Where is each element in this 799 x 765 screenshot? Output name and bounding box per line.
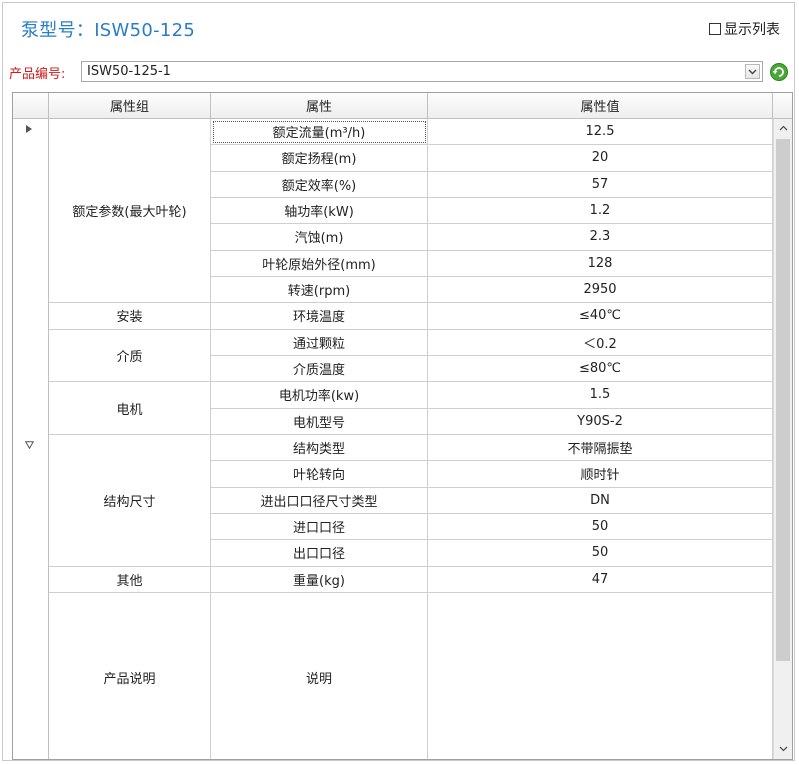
page-title: 泵型号：ISW50-125 xyxy=(21,20,196,41)
value-cell[interactable]: 不带隔振垫 xyxy=(428,434,773,462)
value-cell[interactable]: 2.3 xyxy=(428,224,773,251)
attribute-cell[interactable]: 叶轮转向 xyxy=(211,461,428,488)
group-cell[interactable]: 产品说明 xyxy=(49,592,211,759)
attribute-cell[interactable]: 额定扬程(m) xyxy=(211,145,428,172)
value-cell[interactable] xyxy=(428,592,773,759)
product-code-row: 产品编号: ISW50-125-1 xyxy=(9,61,791,83)
attribute-cell[interactable]: 转速(rpm) xyxy=(211,276,428,304)
scroll-down-icon[interactable] xyxy=(778,743,788,755)
property-grid: 属性组 属性 属性值 额定参数(最大叶轮) 安装 介质 电机 结构尺寸 其他 产品说明 额定流… xyxy=(12,92,793,760)
group-cell[interactable]: 额定参数(最大叶轮) xyxy=(49,119,211,304)
value-cell[interactable]: 47 xyxy=(428,566,773,593)
attribute-cell[interactable]: 重量(kg) xyxy=(211,566,428,593)
value-cell[interactable]: 57 xyxy=(428,171,773,198)
attribute-cell[interactable]: 电机功率(kw) xyxy=(211,382,428,409)
scroll-up-icon[interactable] xyxy=(778,122,788,134)
attribute-cell[interactable]: 说明 xyxy=(211,592,428,759)
group-cell[interactable]: 电机 xyxy=(49,382,211,435)
value-cell[interactable]: ≤80℃ xyxy=(428,355,773,383)
value-cell[interactable]: 20 xyxy=(428,145,773,172)
attribute-cell[interactable]: 轴功率(kW) xyxy=(211,197,428,225)
value-cell[interactable]: 顺时针 xyxy=(428,461,773,488)
chevron-down-icon[interactable] xyxy=(745,64,760,79)
attribute-cell[interactable]: 环境温度 xyxy=(211,303,428,330)
attribute-cell[interactable]: 进出口口径尺寸类型 xyxy=(211,487,428,514)
column-header-attribute[interactable]: 属性 xyxy=(211,93,428,119)
group-cell[interactable]: 其他 xyxy=(49,566,211,593)
product-code-value: ISW50-125-1 xyxy=(87,64,171,79)
triangle-down-outline-icon xyxy=(24,441,35,452)
attribute-cell[interactable]: 电机型号 xyxy=(211,408,428,435)
value-cell[interactable]: 12.5 xyxy=(428,119,773,146)
attribute-cell[interactable]: 介质温度 xyxy=(211,355,428,383)
attribute-cell[interactable]: 叶轮原始外径(mm) xyxy=(211,250,428,277)
value-cell[interactable]: ＜0.2 xyxy=(428,329,773,356)
product-code-label: 产品编号: xyxy=(9,67,66,82)
value-cell[interactable]: ≤40℃ xyxy=(428,303,773,330)
group-cell[interactable]: 介质 xyxy=(49,329,211,383)
row-header-column xyxy=(13,119,49,759)
value-cell[interactable]: 50 xyxy=(428,540,773,567)
vertical-scrollbar[interactable] xyxy=(773,119,792,759)
column-header-value[interactable]: 属性值 xyxy=(428,93,773,119)
product-code-select[interactable]: ISW50-125-1 xyxy=(81,61,763,82)
attribute-cell[interactable]: 额定效率(%) xyxy=(211,171,428,198)
show-list-label: 显示列表 xyxy=(724,22,780,38)
triangle-right-icon xyxy=(26,125,32,136)
attribute-cell[interactable]: 结构类型 xyxy=(211,434,428,462)
attribute-cell[interactable]: 通过颗粒 xyxy=(211,329,428,356)
scroll-header-corner xyxy=(773,93,792,119)
row-header-corner xyxy=(13,93,49,119)
attribute-cell[interactable]: 汽蚀(m) xyxy=(211,224,428,251)
scrollbar-thumb[interactable] xyxy=(776,139,790,661)
value-cell[interactable]: 128 xyxy=(428,250,773,277)
show-list-checkbox[interactable]: 显示列表 xyxy=(709,19,780,39)
value-cell[interactable]: 1.5 xyxy=(428,382,773,409)
attribute-cell[interactable]: 额定流量(m³/h) xyxy=(211,119,428,146)
group-cell[interactable]: 安装 xyxy=(49,303,211,330)
attribute-cell[interactable]: 出口口径 xyxy=(211,540,428,567)
checkbox-box[interactable] xyxy=(709,23,721,35)
value-cell[interactable]: DN xyxy=(428,487,773,514)
value-cell[interactable]: Y90S-2 xyxy=(428,408,773,435)
value-cell[interactable]: 1.2 xyxy=(428,197,773,225)
attribute-cell[interactable]: 进口口径 xyxy=(211,513,428,541)
value-cell[interactable]: 2950 xyxy=(428,276,773,304)
column-header-group[interactable]: 属性组 xyxy=(49,93,211,119)
refresh-icon[interactable] xyxy=(769,62,789,82)
pump-property-panel: 泵型号：ISW50-125 显示列表 产品编号: ISW50-125-1 属性组… xyxy=(2,2,795,761)
group-cell[interactable]: 结构尺寸 xyxy=(49,434,211,567)
value-cell[interactable]: 50 xyxy=(428,513,773,541)
